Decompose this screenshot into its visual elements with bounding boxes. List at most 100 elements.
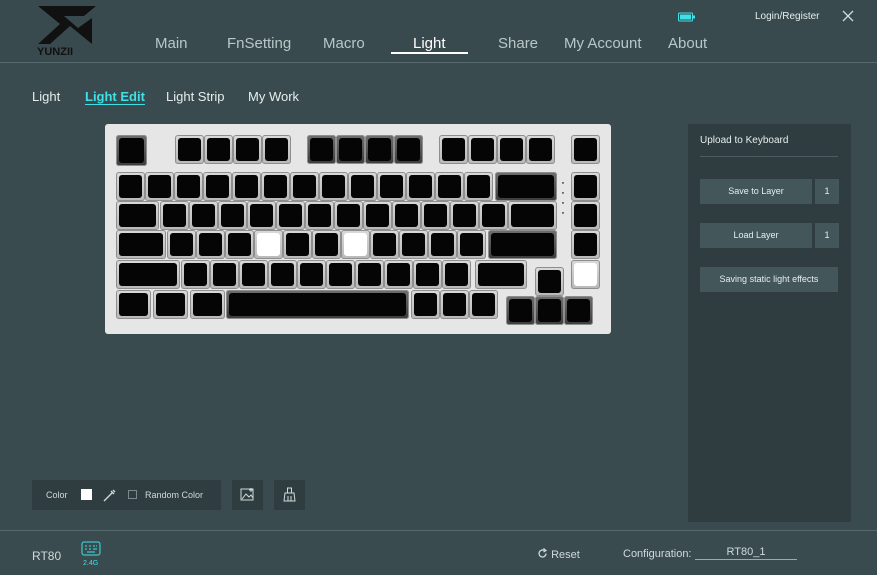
key[interactable] xyxy=(276,201,305,230)
key[interactable] xyxy=(488,230,557,259)
key[interactable] xyxy=(116,135,147,166)
key[interactable] xyxy=(399,230,428,259)
color-swatch[interactable] xyxy=(81,489,92,500)
nav-about[interactable]: About xyxy=(668,35,707,52)
key[interactable] xyxy=(232,172,261,201)
key[interactable] xyxy=(571,230,600,259)
key[interactable] xyxy=(290,172,319,201)
key[interactable] xyxy=(439,135,468,164)
eyedropper-icon[interactable] xyxy=(102,487,118,503)
key[interactable] xyxy=(535,267,564,296)
key[interactable] xyxy=(116,201,159,230)
key[interactable] xyxy=(341,230,370,259)
key[interactable] xyxy=(312,230,341,259)
subtab-light[interactable]: Light xyxy=(32,89,60,104)
login-register-link[interactable]: Login/Register xyxy=(755,11,819,22)
key[interactable] xyxy=(442,260,471,289)
nav-share[interactable]: Share xyxy=(498,35,538,52)
key[interactable] xyxy=(239,260,268,289)
key[interactable] xyxy=(167,230,196,259)
key[interactable] xyxy=(210,260,239,289)
clear-button[interactable] xyxy=(274,480,305,510)
key[interactable] xyxy=(262,135,291,164)
load-layer-select[interactable]: 1 xyxy=(814,223,839,248)
key[interactable] xyxy=(370,230,399,259)
key[interactable] xyxy=(495,172,557,201)
key[interactable] xyxy=(450,201,479,230)
nav-main[interactable]: Main xyxy=(155,35,188,52)
key[interactable] xyxy=(175,135,204,164)
key[interactable] xyxy=(336,135,365,164)
key[interactable] xyxy=(506,296,535,325)
key[interactable] xyxy=(571,172,600,201)
key[interactable] xyxy=(153,290,188,319)
key[interactable] xyxy=(204,135,233,164)
keyboard-icon[interactable] xyxy=(81,541,101,557)
key[interactable] xyxy=(190,290,225,319)
key[interactable] xyxy=(233,135,262,164)
key[interactable] xyxy=(268,260,297,289)
key[interactable] xyxy=(116,230,166,259)
key[interactable] xyxy=(365,135,394,164)
key[interactable] xyxy=(406,172,435,201)
image-fill-button[interactable] xyxy=(232,480,263,510)
key[interactable] xyxy=(571,260,600,289)
key[interactable] xyxy=(319,172,348,201)
key[interactable] xyxy=(440,290,469,319)
key[interactable] xyxy=(348,172,377,201)
nav-macro[interactable]: Macro xyxy=(323,35,365,52)
save-static-light-button[interactable]: Saving static light effects xyxy=(700,267,838,292)
key[interactable] xyxy=(535,296,564,325)
key[interactable] xyxy=(571,201,600,230)
key[interactable] xyxy=(145,172,174,201)
key[interactable] xyxy=(464,172,493,201)
key[interactable] xyxy=(334,201,363,230)
key[interactable] xyxy=(469,290,498,319)
key[interactable] xyxy=(384,260,413,289)
subtab-my-work[interactable]: My Work xyxy=(248,89,299,104)
key[interactable] xyxy=(564,296,593,325)
key[interactable] xyxy=(261,172,290,201)
close-icon[interactable] xyxy=(841,9,855,23)
key[interactable] xyxy=(392,201,421,230)
key[interactable] xyxy=(421,201,450,230)
nav-my-account[interactable]: My Account xyxy=(564,35,642,52)
random-color-checkbox[interactable] xyxy=(128,490,137,499)
key[interactable] xyxy=(174,172,203,201)
key[interactable] xyxy=(497,135,526,164)
key[interactable] xyxy=(468,135,497,164)
key[interactable] xyxy=(116,260,180,289)
key[interactable] xyxy=(326,260,355,289)
key[interactable] xyxy=(411,290,440,319)
key[interactable] xyxy=(226,290,409,319)
save-layer-select[interactable]: 1 xyxy=(814,179,839,204)
key[interactable] xyxy=(428,230,457,259)
key[interactable] xyxy=(526,135,555,164)
key[interactable] xyxy=(457,230,486,259)
key[interactable] xyxy=(508,201,557,230)
key[interactable] xyxy=(297,260,326,289)
key[interactable] xyxy=(394,135,423,164)
subtab-light-strip[interactable]: Light Strip xyxy=(166,89,225,104)
key[interactable] xyxy=(571,135,600,164)
key[interactable] xyxy=(363,201,392,230)
key[interactable] xyxy=(116,172,145,201)
key[interactable] xyxy=(181,260,210,289)
key[interactable] xyxy=(307,135,336,164)
key[interactable] xyxy=(218,201,247,230)
key[interactable] xyxy=(355,260,384,289)
load-layer-button[interactable]: Load Layer xyxy=(700,223,812,248)
key[interactable] xyxy=(254,230,283,259)
key[interactable] xyxy=(225,230,254,259)
key[interactable] xyxy=(305,201,334,230)
key[interactable] xyxy=(203,172,232,201)
key[interactable] xyxy=(189,201,218,230)
key[interactable] xyxy=(435,172,464,201)
subtab-light-edit[interactable]: Light Edit xyxy=(85,89,145,104)
key[interactable] xyxy=(247,201,276,230)
key[interactable] xyxy=(160,201,189,230)
key[interactable] xyxy=(283,230,312,259)
key[interactable] xyxy=(475,260,527,289)
reset-button[interactable]: Reset xyxy=(537,548,580,561)
configuration-select[interactable]: RT80_1 xyxy=(695,546,797,560)
